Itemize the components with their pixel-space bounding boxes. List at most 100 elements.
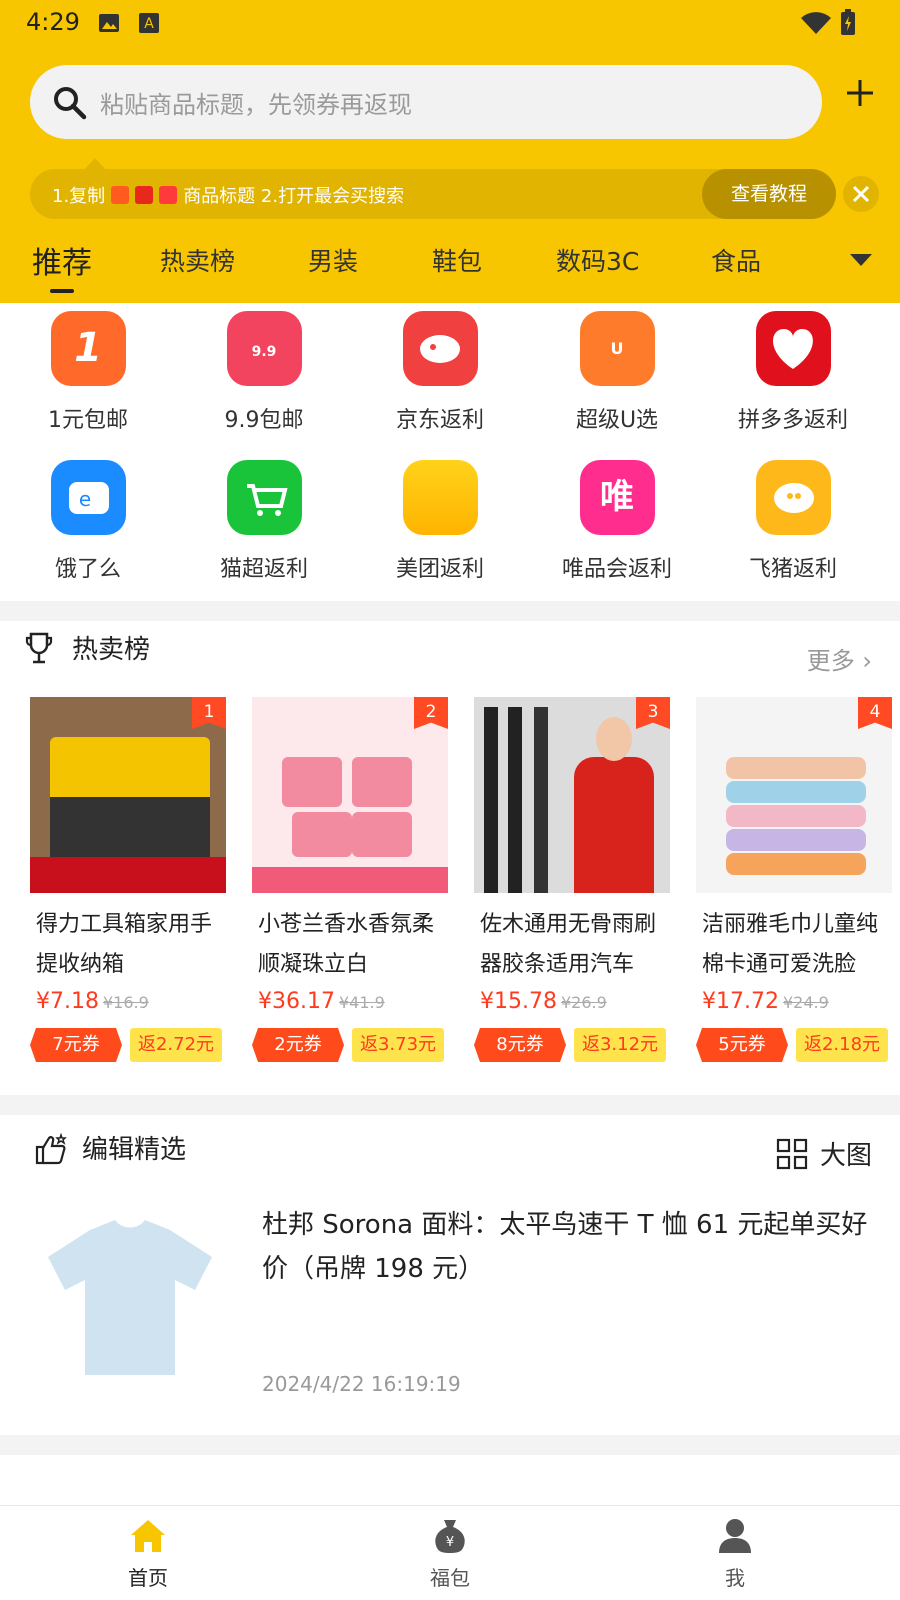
font-icon: A xyxy=(139,13,159,33)
expand-tabs-icon[interactable] xyxy=(850,254,872,266)
shortcut-label: 唯品会返利 xyxy=(561,557,672,582)
add-icon[interactable] xyxy=(843,76,877,110)
rebate-tag: 返2.18元 xyxy=(796,1028,888,1062)
product-name: 佐木通用无骨雨刷器胶条适用汽车 xyxy=(480,912,657,977)
eleme-icon: e xyxy=(50,460,126,535)
tip-text-suffix: 商品标题 2.打开最会买搜索 xyxy=(183,186,405,207)
pinduoduo-icon xyxy=(755,311,831,386)
nav-home[interactable]: 首页 xyxy=(88,1516,208,1591)
editor-picks-section: 编辑精选 大图 杜邦 Sorona 面料：太平鸟速干 T 恤 61 元起单买好价… xyxy=(0,1115,900,1435)
category-tabs: 推荐 热卖榜 男装 鞋包 数码3C 食品 xyxy=(0,236,900,296)
nav-home-label: 首页 xyxy=(128,1566,168,1590)
product-image: 4 xyxy=(696,697,892,893)
shortcut-label: 超级U选 xyxy=(575,408,659,433)
nav-me[interactable]: 我 xyxy=(675,1516,795,1591)
hot-product-card[interactable]: 4 洁丽雅毛巾儿童纯棉卡通可爱洗脸 ¥17.72 ¥24.9 5元券 返2.18元 xyxy=(696,697,892,1067)
large-view-label: 大图 xyxy=(819,1141,872,1171)
tab-menswear[interactable]: 男装 xyxy=(308,242,358,278)
shortcut-super-u[interactable]: U 超级U选 xyxy=(542,311,692,434)
close-icon xyxy=(852,185,870,203)
tab-digital[interactable]: 数码3C xyxy=(556,242,639,278)
nav-fubao[interactable]: ¥ 福包 xyxy=(390,1516,510,1591)
meituan-icon xyxy=(402,460,478,535)
shortcut-label: 飞猪返利 xyxy=(748,557,837,582)
taobao-mini-icon xyxy=(111,186,130,204)
tshirt-image xyxy=(48,1220,212,1375)
product-price: ¥15.78 xyxy=(480,989,557,1014)
product-image: 1 xyxy=(30,697,226,893)
status-bar: 4:29 A xyxy=(0,0,900,46)
pick-article-title: 杜邦 Sorona 面料：太平鸟速干 T 恤 61 元起单买好价（吊牌 198 … xyxy=(262,1210,868,1284)
shortcut-label: 9.9包邮 xyxy=(224,408,304,433)
original-price: ¥24.9 xyxy=(782,993,829,1012)
product-price: ¥7.18 xyxy=(36,989,99,1014)
bottom-nav: 首页 ¥ 福包 我 xyxy=(0,1505,900,1600)
product-image: 2 xyxy=(252,697,448,893)
status-time: 4:29 xyxy=(26,8,80,36)
chevron-right-icon: › xyxy=(862,647,872,675)
tip-text-prefix: 1.复制 xyxy=(52,186,106,207)
fliggy-icon xyxy=(755,460,831,535)
product-name: 小苍兰香水香氛柔顺凝珠立白 xyxy=(258,912,435,977)
jd-dog-icon xyxy=(402,311,478,386)
product-price: ¥17.72 xyxy=(702,989,779,1014)
svg-text:e: e xyxy=(78,487,90,511)
hot-carousel[interactable]: 1 得力工具箱家用手提收纳箱 ¥7.18 ¥16.9 7元券 返2.72元 2 小苍… xyxy=(30,697,900,1077)
wifi-icon xyxy=(801,12,831,34)
shortcut-jd[interactable]: 京东返利 xyxy=(365,311,515,434)
hot-more-link[interactable]: 更多 › xyxy=(807,641,872,676)
coupon-tag: 8元券 xyxy=(474,1028,566,1062)
hot-section: 热卖榜 更多 › 1 得力工具箱家用手提收纳箱 ¥7.18 ¥16.9 7元券 返2… xyxy=(0,621,900,1095)
shopping-bag-icon: 9.9 xyxy=(226,311,302,386)
hot-product-card[interactable]: 1 得力工具箱家用手提收纳箱 ¥7.18 ¥16.9 7元券 返2.72元 xyxy=(30,697,226,1067)
user-icon xyxy=(719,1519,751,1553)
shortcut-pinduoduo[interactable]: 拼多多返利 xyxy=(718,311,868,434)
next-section-top xyxy=(0,1455,900,1505)
product-image: 3 xyxy=(474,697,670,893)
svg-text:A: A xyxy=(144,16,154,32)
shortcut-grid: 1 1元包邮 9.9 9.9包邮 京东返利 U 超级U选 拼多多返利 e 饿了么… xyxy=(0,303,900,601)
large-view-toggle[interactable]: 大图 xyxy=(776,1135,872,1172)
product-name: 得力工具箱家用手提收纳箱 xyxy=(36,912,213,977)
shortcut-nine-nine[interactable]: 9.9 9.9包邮 xyxy=(189,311,339,434)
shortcut-meituan[interactable]: 美团返利 xyxy=(365,460,515,583)
editor-picks-title: 编辑精选 xyxy=(82,1135,187,1165)
tab-food[interactable]: 食品 xyxy=(711,242,761,278)
shortcut-eleme[interactable]: e 饿了么 xyxy=(13,460,163,583)
image-icon xyxy=(99,14,119,32)
grid-icon xyxy=(776,1138,808,1169)
cart-icon xyxy=(226,460,302,535)
shortcut-fliggy[interactable]: 飞猪返利 xyxy=(718,460,868,583)
product-name: 洁丽雅毛巾儿童纯棉卡通可爱洗脸 xyxy=(702,912,879,977)
close-tip-button[interactable] xyxy=(843,176,879,212)
tip-bar: 1.复制 商品标题 2.打开最会买搜索 查看教程 xyxy=(30,169,836,219)
rebate-tag: 返3.12元 xyxy=(574,1028,666,1062)
rank-badge: 3 xyxy=(636,697,670,729)
original-price: ¥26.9 xyxy=(560,993,607,1012)
tab-recommend[interactable]: 推荐 xyxy=(32,238,92,282)
tab-shoes-bags[interactable]: 鞋包 xyxy=(432,242,482,278)
search-input[interactable]: 粘贴商品标题，先领券再返现 xyxy=(30,65,822,139)
search-placeholder: 粘贴商品标题，先领券再返现 xyxy=(100,91,412,119)
product-price: ¥36.17 xyxy=(258,989,335,1014)
coupon-tag: 5元券 xyxy=(696,1028,788,1062)
svg-text:¥: ¥ xyxy=(446,1535,454,1550)
shortcut-maochao[interactable]: 猫超返利 xyxy=(189,460,339,583)
tmall-mini-icon xyxy=(135,186,154,204)
hot-product-card[interactable]: 3 佐木通用无骨雨刷器胶条适用汽车 ¥15.78 ¥26.9 8元券 返3.12元 xyxy=(474,697,670,1067)
search-icon xyxy=(54,87,87,120)
original-price: ¥16.9 xyxy=(102,993,149,1012)
coupon-tag: 7元券 xyxy=(30,1028,122,1062)
pdd-mini-icon xyxy=(159,186,178,204)
shortcut-label: 猫超返利 xyxy=(219,557,308,582)
tab-hot[interactable]: 热卖榜 xyxy=(160,242,235,278)
nav-me-label: 我 xyxy=(725,1566,745,1590)
rank-badge: 4 xyxy=(858,697,892,729)
rank-badge: 1 xyxy=(192,697,226,729)
hot-product-card[interactable]: 2 小苍兰香水香氛柔顺凝珠立白 ¥36.17 ¥41.9 2元券 返3.73元 xyxy=(252,697,448,1067)
view-tutorial-button[interactable]: 查看教程 xyxy=(702,169,836,219)
shortcut-one-yuan[interactable]: 1 1元包邮 xyxy=(13,311,163,434)
one-yuan-icon: 1 xyxy=(50,311,126,386)
shortcut-vip[interactable]: 唯 唯品会返利 xyxy=(542,460,692,583)
thumbs-up-icon xyxy=(35,1133,67,1165)
